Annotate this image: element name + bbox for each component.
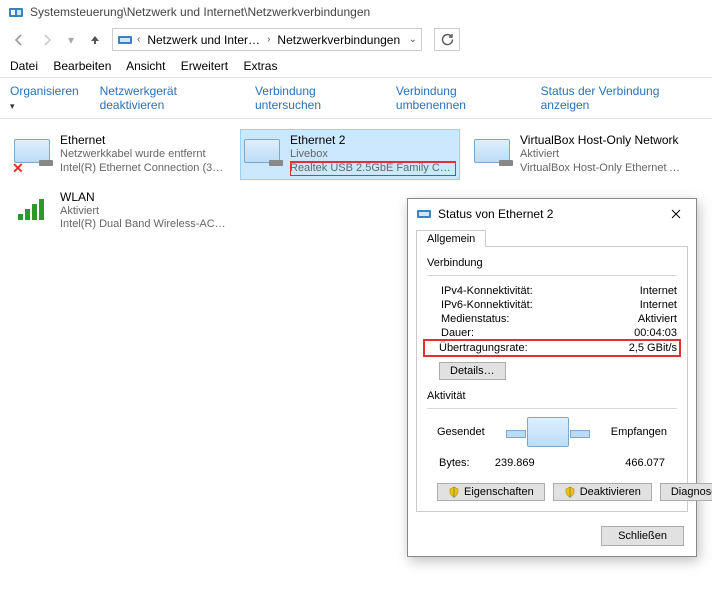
ipv6-label: IPv6-Konnektivität:	[441, 299, 533, 311]
window-title: Systemsteuerung\Netzwerk und Internet\Ne…	[30, 5, 370, 19]
bytes-label: Bytes:	[439, 457, 470, 469]
duration-label: Dauer:	[441, 327, 474, 339]
network-status-icon	[416, 206, 432, 222]
adapter-name: Ethernet 2	[290, 133, 456, 148]
adapter-status: Aktiviert	[60, 205, 226, 219]
adapter-icon	[244, 133, 282, 171]
dialog-title: Status von Ethernet 2	[438, 207, 553, 221]
nav-recent-dropdown[interactable]: ▾	[64, 29, 78, 51]
adapter-item[interactable]: VirtualBox Host-Only Network Aktiviert V…	[470, 129, 690, 180]
chevron-right-icon: ›	[267, 34, 270, 45]
speed-value: 2,5 GBit/s	[629, 342, 677, 354]
dialog-tabstrip: Allgemein	[408, 229, 696, 246]
nav-up-button[interactable]	[84, 29, 106, 51]
disable-button[interactable]: Deaktivieren	[553, 483, 652, 501]
received-label: Empfangen	[611, 426, 667, 438]
adapter-name: Ethernet	[60, 133, 226, 148]
toolbar-organize[interactable]: Organisieren	[10, 84, 82, 112]
dialog-close-button[interactable]	[662, 204, 690, 224]
control-panel-icon	[8, 4, 24, 20]
menu-edit[interactable]: Bearbeiten	[53, 59, 111, 73]
toolbar: Organisieren Netzwerkgerät deaktivieren …	[0, 78, 712, 119]
close-button[interactable]: Schließen	[601, 526, 684, 546]
nav-back-button[interactable]	[8, 29, 30, 51]
menu-advanced[interactable]: Erweitert	[181, 59, 228, 73]
duration-value: 00:04:03	[634, 327, 677, 339]
address-dropdown-icon[interactable]: ⌄	[409, 34, 417, 45]
toolbar-disable-device[interactable]: Netzwerkgerät deaktivieren	[100, 84, 237, 112]
adapter-device: Intel(R) Dual Band Wireless-AC 72…	[60, 218, 226, 232]
adapter-device: Intel(R) Ethernet Connection (3) I2…	[60, 162, 226, 176]
toolbar-rename-connection[interactable]: Verbindung umbenennen	[396, 84, 523, 112]
group-activity-label: Aktivität	[427, 390, 677, 402]
diagnose-button[interactable]: Diagnose	[660, 483, 712, 501]
adapter-item[interactable]: ✕ Ethernet Netzwerkkabel wurde entfernt …	[10, 129, 230, 180]
chevron-right-icon: ‹	[137, 34, 140, 45]
breadcrumb-seg-2[interactable]: Netzwerkverbindungen	[274, 33, 403, 47]
toolbar-show-status[interactable]: Status der Verbindung anzeigen	[541, 84, 702, 112]
details-button[interactable]: Details…	[439, 362, 506, 380]
refresh-button[interactable]	[434, 28, 460, 51]
disconnected-badge-icon: ✕	[12, 161, 26, 175]
sent-label: Gesendet	[437, 426, 485, 438]
bytes-received-value: 466.077	[625, 457, 665, 469]
dialog-titlebar[interactable]: Status von Ethernet 2	[408, 199, 696, 229]
group-connection-label: Verbindung	[427, 257, 677, 269]
dialog-body: Verbindung IPv4-Konnektivität: Internet I…	[416, 246, 688, 512]
shield-icon	[448, 486, 460, 498]
adapter-device: VirtualBox Host-Only Ethernet Ad…	[520, 162, 686, 176]
wlan-signal-icon	[14, 190, 52, 228]
adapter-status: Netzwerkkabel wurde entfernt	[60, 148, 226, 162]
adapter-item[interactable]: Ethernet 2 Livebox Realtek USB 2.5GbE Fa…	[240, 129, 460, 180]
ipv6-value: Internet	[640, 299, 677, 311]
menu-file[interactable]: Datei	[10, 59, 38, 73]
nav-row: ▾ ‹ Netzwerk und Inter… › Netzwerkverbin…	[0, 24, 712, 55]
activity-icon	[503, 417, 593, 447]
menu-bar: Datei Bearbeiten Ansicht Erweitert Extra…	[0, 55, 712, 78]
menu-extras[interactable]: Extras	[243, 59, 277, 73]
address-bar[interactable]: ‹ Netzwerk und Inter… › Netzwerkverbindu…	[112, 28, 422, 51]
media-status-value: Aktiviert	[638, 313, 677, 325]
shield-icon	[564, 486, 576, 498]
nav-forward-button[interactable]	[36, 29, 58, 51]
adapter-icon: ✕	[14, 133, 52, 171]
window-titlebar: Systemsteuerung\Netzwerk und Internet\Ne…	[0, 0, 712, 24]
menu-view[interactable]: Ansicht	[126, 59, 165, 73]
media-status-label: Medienstatus:	[441, 313, 509, 325]
adapter-status: Livebox	[290, 148, 456, 162]
adapter-device: Realtek USB 2.5GbE Family Contr…	[290, 162, 456, 176]
toolbar-diagnose-connection[interactable]: Verbindung untersuchen	[255, 84, 378, 112]
ipv4-label: IPv4-Konnektivität:	[441, 285, 533, 297]
ipv4-value: Internet	[640, 285, 677, 297]
adapter-name: WLAN	[60, 190, 226, 205]
adapter-name: VirtualBox Host-Only Network	[520, 133, 686, 148]
breadcrumb-seg-1[interactable]: Netzwerk und Inter…	[144, 33, 263, 47]
bytes-sent-value: 239.869	[495, 457, 535, 469]
properties-button[interactable]: Eigenschaften	[437, 483, 545, 501]
adapter-status: Aktiviert	[520, 148, 686, 162]
network-connections-icon	[117, 32, 133, 48]
speed-label: Übertragungsrate:	[439, 342, 528, 354]
adapter-item[interactable]: WLAN Aktiviert Intel(R) Dual Band Wirele…	[10, 186, 230, 237]
adapter-icon	[474, 133, 512, 171]
status-dialog: Status von Ethernet 2 Allgemein Verbindu…	[407, 198, 697, 557]
tab-general[interactable]: Allgemein	[416, 230, 486, 247]
